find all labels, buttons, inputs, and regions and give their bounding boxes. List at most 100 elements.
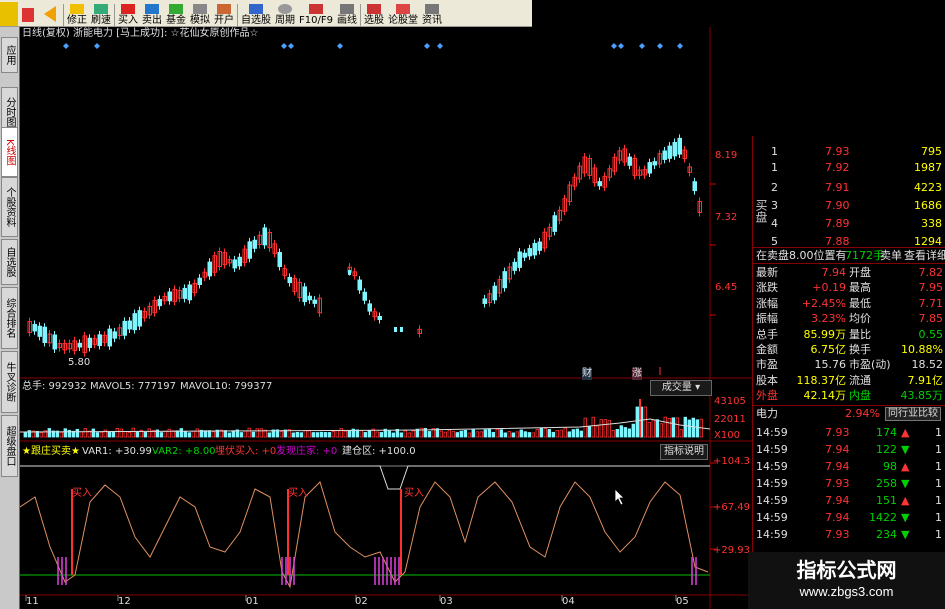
candle-body [77, 342, 82, 348]
quote-value: +0.19 [812, 281, 846, 295]
toolbar-button-restore[interactable] [0, 2, 18, 26]
price-axis-label: 7.32 [715, 212, 738, 223]
tick-row: 14:59 7.93 258 ▼ 1 [753, 476, 945, 491]
volume-bar [223, 430, 227, 438]
toolbar-button-back[interactable] [38, 2, 62, 26]
side-tab-stock-info[interactable]: 个股资料 [1, 177, 18, 237]
toolbar-button-sell[interactable]: 卖出 [140, 2, 164, 26]
toolbar-button-screener[interactable]: 选股 [362, 2, 386, 26]
volume-bar [615, 428, 619, 438]
order-status-sell[interactable]: 卖单 [880, 248, 902, 263]
orderbook-price: 7.89 [825, 217, 850, 230]
side-tab-apps[interactable]: 应用 [1, 37, 18, 73]
toolbar-button-fund[interactable]: 基金 [164, 2, 188, 26]
side-tab-ranking[interactable]: 综合排名 [1, 287, 18, 349]
tick-row: 14:59 7.94 98 ▲ 1 [753, 459, 945, 474]
toolbar-button-open-account[interactable]: 开户 [212, 2, 236, 26]
volume-bars [20, 399, 711, 438]
sector-compare-button[interactable]: 同行业比较 [885, 407, 941, 421]
buy-signal-label: 买入 [404, 488, 424, 499]
side-tab-watchlist[interactable]: 自选股 [1, 239, 18, 285]
volume-bar [651, 419, 655, 438]
oscillator-line [20, 481, 709, 589]
orderbook-price: 7.93 [825, 145, 850, 158]
low-price-label: 5.80 [68, 357, 91, 368]
volume-bar [487, 428, 491, 438]
indicator-axis-label: +29.93 [713, 545, 751, 556]
volume-bar [579, 430, 583, 438]
orderbook-row[interactable]: 3 7.90 1686 [753, 198, 945, 213]
volume-bar [315, 432, 319, 438]
toolbar-button-fix[interactable]: 修正 [65, 2, 89, 26]
side-tab-super-level[interactable]: 超级盘口 [1, 415, 18, 477]
tick-price: 7.94 [825, 511, 850, 524]
side-tab-diagnosis[interactable]: 牛叉诊断 [1, 351, 18, 413]
volume-bar [311, 432, 315, 438]
volume-axis-label: 43105 [714, 396, 746, 407]
candle-body [367, 303, 372, 312]
tick-volume: 98 [883, 460, 897, 473]
tick-volume: 174 [876, 426, 897, 439]
order-detail-link[interactable]: 查看详细 [904, 248, 945, 263]
quote-value: 7.85 [918, 312, 944, 326]
limit-up-mark: 涨 [632, 368, 642, 380]
tick-direction-icon: ▲ [901, 494, 910, 507]
volume-indicator-label: 成交量 [661, 382, 692, 393]
volume-bar [123, 431, 127, 438]
orderbook-row[interactable]: 1 7.92 1987 [753, 160, 945, 175]
kline-chart[interactable] [20, 27, 752, 609]
quote-label: 量比 [849, 327, 871, 341]
indicator-help-button[interactable]: 指标说明 [660, 444, 708, 460]
toolbar-button-grid[interactable] [18, 2, 38, 26]
order-status-bar: 在卖盘8.00位置有 7172手 卖单 查看详细 [753, 247, 945, 264]
volume-bar [143, 431, 147, 438]
toolbar-label: 刷速 [91, 15, 111, 26]
indicator-axis-label: +67.49 [713, 502, 751, 513]
tick-time: 14:59 [756, 426, 788, 439]
side-tab-kline[interactable]: K线图 [1, 127, 18, 177]
toolbar-button-period[interactable]: 周期 [273, 2, 297, 26]
buy-signal-label: 买入 [72, 488, 92, 499]
candle-body [37, 325, 42, 337]
volume-bar [243, 430, 247, 438]
toolbar-button-watchlist[interactable]: 自选股 [239, 2, 273, 26]
candle-body [122, 320, 127, 336]
signal-diamond [611, 43, 617, 49]
orderbook-level: 1 [771, 161, 778, 174]
toolbar-button-refresh[interactable]: 刷速 [89, 2, 113, 26]
quote-value: 6.75亿 [810, 343, 847, 356]
volume-bar [627, 428, 631, 438]
toolbar-button-buy[interactable]: 买入 [116, 2, 140, 26]
buy-signal-label: 买入 [288, 488, 308, 499]
toolbar-button-forum[interactable]: 论股堂 [386, 2, 420, 26]
toolbar-button-f10[interactable]: F10/F9 [297, 2, 335, 26]
volume-bar [115, 427, 119, 438]
toolbar-button-draw[interactable]: 画线 [335, 2, 359, 26]
toolbar-label: 买入 [118, 15, 138, 26]
orderbook-row[interactable]: 1 7.93 795 [753, 144, 945, 159]
toolbar-button-news[interactable]: 资讯 [420, 2, 444, 26]
quote-row: 最新 7.94 开盘 7.82 [753, 265, 945, 280]
volume-indicator-select[interactable]: 成交量 ▾ [650, 380, 712, 396]
quote-label: 均价 [849, 312, 871, 326]
volume-bar [59, 431, 63, 438]
volume-bar [167, 428, 171, 438]
orderbook-row[interactable]: 2 7.91 4223 [753, 180, 945, 195]
volume-bar [63, 428, 67, 438]
volume-bar [407, 432, 411, 438]
tick-time: 14:59 [756, 477, 788, 490]
fund-icon [169, 4, 183, 14]
screener-icon [366, 4, 381, 14]
toolbar-button-simulate[interactable]: 模拟 [188, 2, 212, 26]
toolbar-label: 论股堂 [387, 15, 418, 26]
tick-volume: 122 [876, 443, 897, 456]
chart-title: 日线(复权) 浙能电力 [马上成功]: ☆花仙女原创作品☆ [22, 28, 259, 39]
candle-body [127, 320, 132, 330]
volume-bar [75, 428, 79, 438]
orderbook-row[interactable]: 4 7.89 338 [753, 216, 945, 231]
watermark-url: www.zbgs3.com [799, 584, 894, 599]
volume-bar [347, 430, 351, 438]
candle-body [677, 137, 682, 155]
volume-bar [175, 430, 179, 438]
volume-bar [359, 430, 363, 438]
